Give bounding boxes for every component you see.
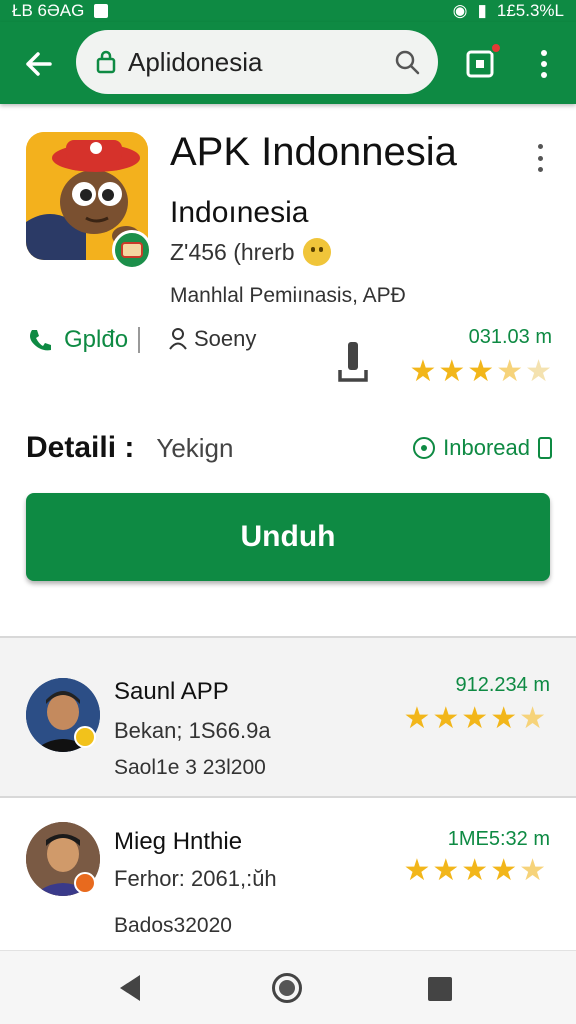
person-icon (169, 328, 187, 350)
separator (138, 327, 141, 353)
app-badge-icon (112, 230, 152, 270)
stat-mid-label: Soeny (194, 326, 257, 351)
dot (541, 61, 547, 67)
star-icon: ★ (438, 355, 466, 388)
star-icon: ★ (490, 854, 518, 887)
signal-icon: ▮ (477, 1, 487, 20)
lock-icon (96, 50, 116, 74)
search-icon[interactable] (394, 49, 420, 75)
tabs-button[interactable] (464, 42, 502, 80)
item-date: Bados32020 (114, 914, 232, 937)
list-item[interactable]: Mieg Hnthie Ferhor: 2061,:ŭh Bados32020 … (0, 798, 576, 950)
stat-mid: Soeny (168, 326, 256, 352)
navigation-bar (0, 950, 576, 1024)
verified-badge-icon (74, 726, 96, 748)
star-icon: ★ (461, 702, 489, 735)
star-icon: ★ (409, 355, 437, 388)
rating-stars: ★ ★ ★ ★ ★ (409, 357, 552, 387)
status-right-text: 1£5.3%L (496, 1, 564, 20)
stat-right: 031.03 m ★ ★ ★ ★ ★ (409, 326, 552, 387)
details-row: Detaili : Yekign Inboread (26, 430, 552, 466)
search-input[interactable]: Aplidonesia (128, 47, 394, 78)
dot (538, 155, 543, 161)
status-right: ◉ ▮ 1£5.3%L (453, 1, 564, 21)
nav-back-icon[interactable] (120, 975, 140, 1001)
back-button[interactable] (18, 44, 58, 84)
app-publisher: Manhlal Pemiınasis, APÐ (170, 284, 406, 307)
dot (541, 50, 547, 56)
details-value: Yekign (156, 432, 234, 463)
dot (538, 167, 543, 172)
status-bar: ŁB 6ƏAG ◉ ▮ 1£5.3%L (0, 0, 576, 22)
item-name: Mieg Hnthie (114, 828, 243, 855)
stat-left-label: Gplđo (64, 326, 129, 353)
star-icon: ★ (403, 854, 431, 887)
details-right[interactable]: Inboread (413, 435, 552, 461)
stats-row: Gplđo Soeny 031.03 m ★ ★ ★ ★ ★ (26, 326, 552, 389)
device-icon (538, 437, 552, 459)
download-button[interactable]: Unduh (26, 493, 550, 581)
notification-dot (490, 42, 502, 54)
dot (538, 144, 543, 149)
star-icon: ★ (432, 702, 460, 735)
search-bar[interactable]: Aplidonesia (76, 30, 438, 94)
app-meta: Z'456 (hrerb (170, 238, 331, 266)
star-icon: ★ (432, 854, 460, 887)
app-title: APK Indonnesia (170, 130, 457, 174)
status-left-text: ŁB 6ƏAG (12, 1, 85, 20)
item-value: 1ME5:32 m (447, 828, 550, 850)
item-detail: Bekan; 1S66.9a (114, 718, 271, 743)
item-value: 912.234 m (455, 674, 550, 696)
item-detail: Ferhor: 2061,:ŭh (114, 866, 277, 891)
item-date: Saol1e 3 23l200 (114, 756, 266, 779)
app-bar: Aplidonesia (0, 22, 576, 104)
app-meta-text: Z'456 (hrerb (170, 238, 295, 265)
nav-recents-icon[interactable] (428, 977, 452, 1001)
list-item[interactable]: Saunl APP Bekan; 1S66.9a Saol1e 3 23l200… (0, 638, 576, 796)
rating-stars: ★ ★ ★ ★ ★ (403, 856, 546, 886)
rating-stars: ★ ★ ★ ★ ★ (403, 704, 546, 734)
stat-left[interactable]: Gplđo (26, 326, 141, 354)
star-icon: ★ (490, 702, 518, 735)
notification-icon (94, 4, 109, 18)
star-icon: ★ (519, 854, 546, 887)
star-icon: ★ (525, 355, 552, 388)
app-more-button[interactable] (538, 144, 543, 172)
item-name: Saunl APP (114, 678, 229, 705)
dot (541, 72, 547, 78)
info-icon (413, 437, 436, 459)
details-label: Detaili : (26, 431, 135, 464)
arrow-left-icon (26, 52, 52, 76)
overflow-menu-button[interactable] (530, 46, 558, 82)
star-icon: ★ (496, 355, 524, 388)
star-icon: ★ (403, 702, 431, 735)
nav-home-icon[interactable] (272, 973, 302, 1003)
star-icon: ★ (467, 355, 495, 388)
status-left: ŁB 6ƏAG (12, 1, 109, 21)
app-subtitle: Indoınesia (170, 196, 309, 229)
stat-value: 031.03 m (468, 326, 552, 348)
star-icon: ★ (519, 702, 546, 735)
verified-badge-icon (74, 872, 96, 894)
wifi-icon: ◉ (452, 1, 468, 20)
download-count-icon (336, 340, 370, 389)
star-icon: ★ (461, 854, 489, 887)
phone-icon (30, 330, 51, 351)
details-right-label: Inboread (443, 435, 530, 460)
emoji-icon (302, 238, 331, 266)
